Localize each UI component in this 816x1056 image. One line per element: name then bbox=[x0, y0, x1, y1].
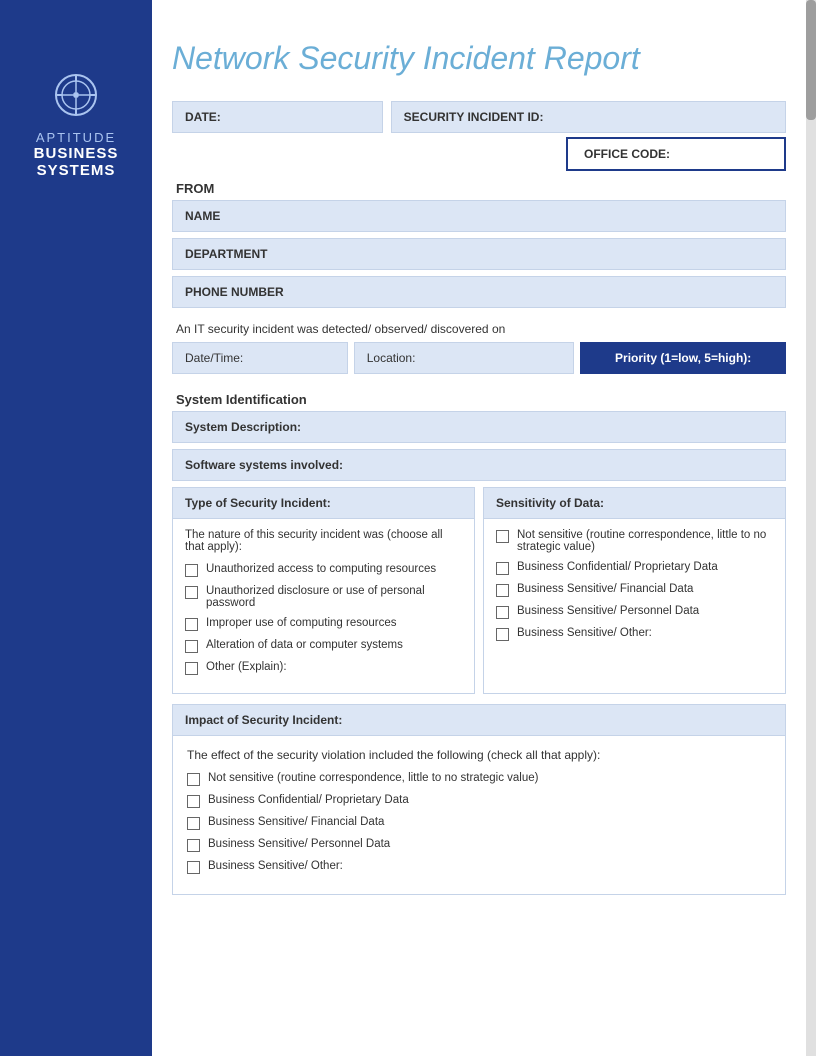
sidebar-business-label: BUSINESS bbox=[34, 145, 119, 162]
checkbox-label: Business Sensitive/ Financial Data bbox=[208, 816, 384, 828]
sensitivity-header: Sensitivity of Data: bbox=[484, 488, 785, 519]
location-field[interactable]: Location: bbox=[354, 342, 575, 374]
checkbox-label: Not sensitive (routine correspondence, l… bbox=[208, 772, 538, 784]
incident-fields-row: Date/Time: Location: Priority (1=low, 5=… bbox=[172, 342, 786, 374]
sensitivity-body: Not sensitive (routine correspondence, l… bbox=[484, 519, 785, 659]
security-type-items: Unauthorized access to computing resourc… bbox=[185, 563, 462, 675]
scrollbar-thumb[interactable] bbox=[806, 0, 816, 120]
impact-header: Impact of Security Incident: bbox=[173, 705, 785, 736]
sensitivity-items: Not sensitive (routine correspondence, l… bbox=[496, 529, 773, 641]
checkbox[interactable] bbox=[187, 817, 200, 830]
office-code-field[interactable]: OFFICE CODE: bbox=[566, 137, 786, 171]
checkbox-label: Alteration of data or computer systems bbox=[206, 639, 403, 651]
security-type-checkbox-item[interactable]: Other (Explain): bbox=[185, 661, 462, 675]
security-type-checkbox-item[interactable]: Unauthorized access to computing resourc… bbox=[185, 563, 462, 577]
impact-checkbox-item[interactable]: Business Sensitive/ Personnel Data bbox=[187, 838, 771, 852]
checkbox-label: Business Sensitive/ Other: bbox=[517, 627, 652, 639]
checkbox-label: Unauthorized access to computing resourc… bbox=[206, 563, 436, 575]
security-type-body: The nature of this security incident was… bbox=[173, 519, 474, 693]
security-type-subheading: The nature of this security incident was… bbox=[185, 529, 462, 553]
checkbox[interactable] bbox=[185, 618, 198, 631]
sidebar: APTITUDE BUSINESS SYSTEMS bbox=[0, 0, 152, 1056]
date-field[interactable]: DATE: bbox=[172, 101, 383, 133]
security-type-header: Type of Security Incident: bbox=[173, 488, 474, 519]
checkbox-label: Business Sensitive/ Personnel Data bbox=[208, 838, 390, 850]
impact-body: The effect of the security violation inc… bbox=[173, 736, 785, 894]
sensitivity-checkbox-item[interactable]: Business Sensitive/ Personnel Data bbox=[496, 605, 773, 619]
two-col-section: Type of Security Incident: The nature of… bbox=[172, 487, 786, 694]
security-type-checkbox-item[interactable]: Improper use of computing resources bbox=[185, 617, 462, 631]
checkbox[interactable] bbox=[185, 564, 198, 577]
sensitivity-checkbox-item[interactable]: Business Sensitive/ Financial Data bbox=[496, 583, 773, 597]
checkbox[interactable] bbox=[496, 530, 509, 543]
checkbox-label: Business Confidential/ Proprietary Data bbox=[517, 561, 718, 573]
checkbox[interactable] bbox=[187, 861, 200, 874]
checkbox[interactable] bbox=[187, 773, 200, 786]
office-code-row: OFFICE CODE: bbox=[172, 137, 786, 171]
scrollbar[interactable] bbox=[806, 0, 816, 1056]
top-fields-row: DATE: SECURITY INCIDENT ID: bbox=[172, 101, 786, 133]
security-type-box: Type of Security Incident: The nature of… bbox=[172, 487, 475, 694]
department-field[interactable]: DEPARTMENT bbox=[172, 238, 786, 270]
page-title: Network Security Incident Report bbox=[172, 40, 786, 77]
main-content: Network Security Incident Report DATE: S… bbox=[152, 0, 806, 945]
checkbox-label: Unauthorized disclosure or use of person… bbox=[206, 585, 462, 609]
sensitivity-box: Sensitivity of Data: Not sensitive (rout… bbox=[483, 487, 786, 694]
impact-checkbox-item[interactable]: Business Confidential/ Proprietary Data bbox=[187, 794, 771, 808]
checkbox-label: Improper use of computing resources bbox=[206, 617, 396, 629]
sidebar-aptitude-label: APTITUDE bbox=[36, 130, 116, 145]
system-description-field[interactable]: System Description: bbox=[172, 411, 786, 443]
name-field[interactable]: NAME bbox=[172, 200, 786, 232]
impact-items: Not sensitive (routine correspondence, l… bbox=[187, 772, 771, 874]
security-type-checkbox-item[interactable]: Alteration of data or computer systems bbox=[185, 639, 462, 653]
datetime-field[interactable]: Date/Time: bbox=[172, 342, 348, 374]
checkbox[interactable] bbox=[496, 606, 509, 619]
checkbox[interactable] bbox=[187, 795, 200, 808]
impact-section: Impact of Security Incident: The effect … bbox=[172, 704, 786, 895]
checkbox[interactable] bbox=[496, 562, 509, 575]
checkbox[interactable] bbox=[496, 628, 509, 641]
checkbox-label: Other (Explain): bbox=[206, 661, 287, 673]
checkbox[interactable] bbox=[496, 584, 509, 597]
security-type-checkbox-item[interactable]: Unauthorized disclosure or use of person… bbox=[185, 585, 462, 609]
checkbox[interactable] bbox=[187, 839, 200, 852]
impact-checkbox-item[interactable]: Business Sensitive/ Financial Data bbox=[187, 816, 771, 830]
checkbox-label: Business Sensitive/ Other: bbox=[208, 860, 343, 872]
logo-icon bbox=[51, 70, 101, 120]
checkbox[interactable] bbox=[185, 640, 198, 653]
impact-checkbox-item[interactable]: Not sensitive (routine correspondence, l… bbox=[187, 772, 771, 786]
sensitivity-checkbox-item[interactable]: Business Confidential/ Proprietary Data bbox=[496, 561, 773, 575]
checkbox-label: Business Confidential/ Proprietary Data bbox=[208, 794, 409, 806]
sidebar-systems-label: SYSTEMS bbox=[37, 162, 116, 179]
priority-field[interactable]: Priority (1=low, 5=high): bbox=[580, 342, 786, 374]
sensitivity-checkbox-item[interactable]: Not sensitive (routine correspondence, l… bbox=[496, 529, 773, 553]
checkbox[interactable] bbox=[185, 662, 198, 675]
security-incident-id-field[interactable]: SECURITY INCIDENT ID: bbox=[391, 101, 786, 133]
impact-checkbox-item[interactable]: Business Sensitive/ Other: bbox=[187, 860, 771, 874]
system-identification-heading: System Identification bbox=[172, 386, 786, 411]
checkbox-label: Business Sensitive/ Personnel Data bbox=[517, 605, 699, 617]
impact-subheading: The effect of the security violation inc… bbox=[187, 748, 771, 762]
software-systems-field[interactable]: Software systems involved: bbox=[172, 449, 786, 481]
from-label: FROM bbox=[172, 175, 786, 200]
it-incident-text: An IT security incident was detected/ ob… bbox=[172, 314, 786, 342]
checkbox[interactable] bbox=[185, 586, 198, 599]
sensitivity-checkbox-item[interactable]: Business Sensitive/ Other: bbox=[496, 627, 773, 641]
checkbox-label: Business Sensitive/ Financial Data bbox=[517, 583, 693, 595]
checkbox-label: Not sensitive (routine correspondence, l… bbox=[517, 529, 773, 553]
phone-field[interactable]: PHONE NUMBER bbox=[172, 276, 786, 308]
